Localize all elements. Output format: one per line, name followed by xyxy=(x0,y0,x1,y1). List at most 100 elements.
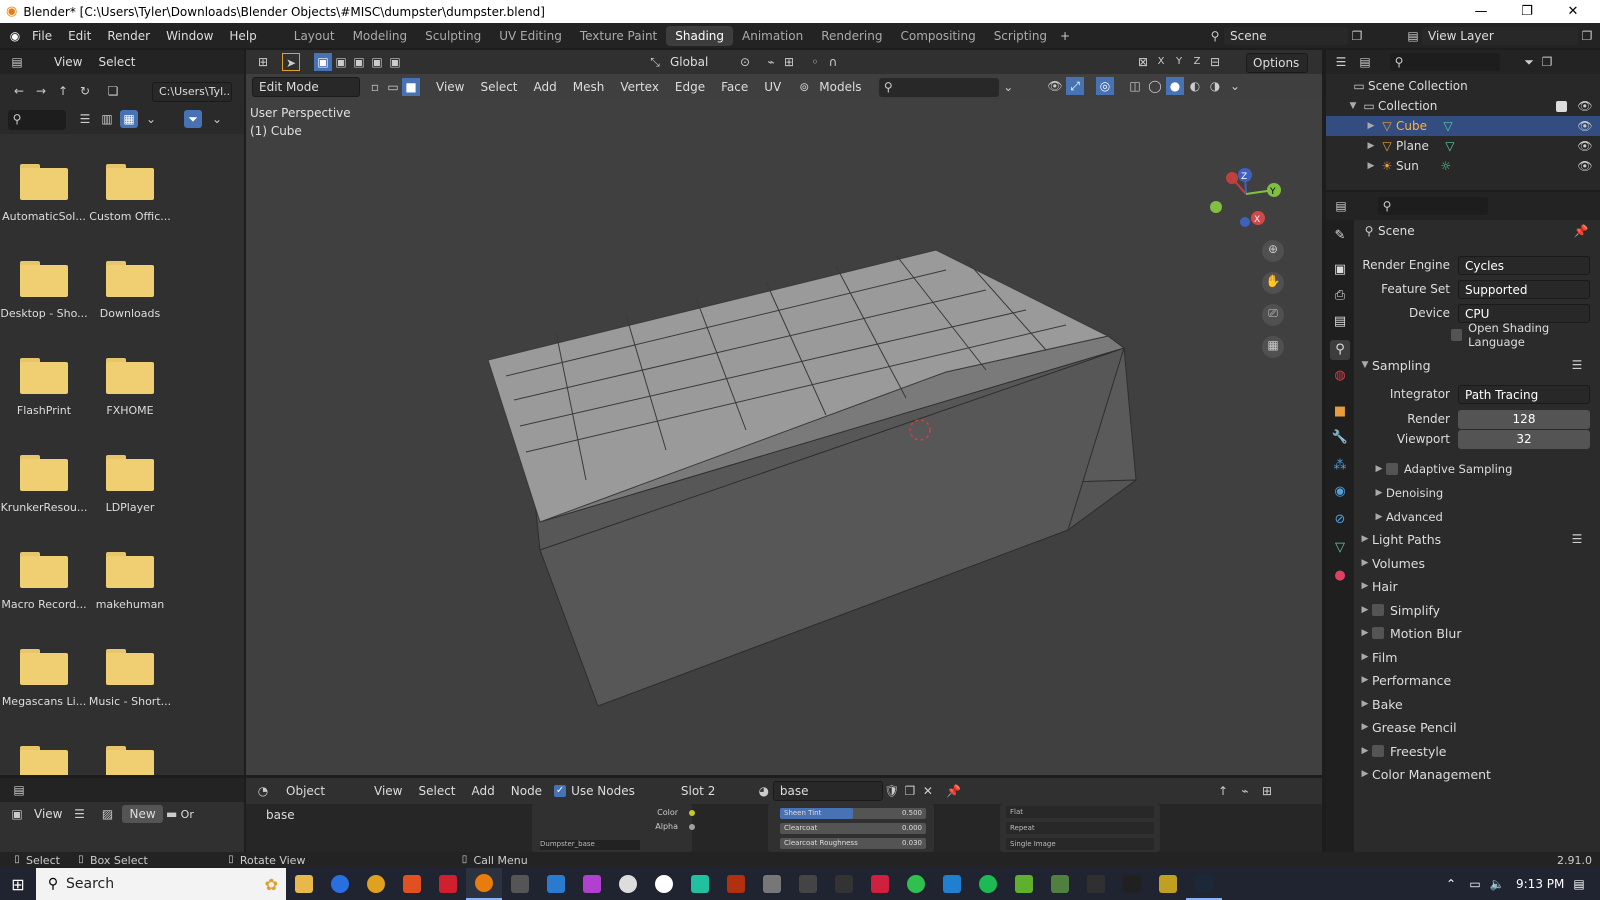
proportional-edit-icon[interactable]: ◦ xyxy=(806,53,824,71)
snap-node-icon[interactable]: ⌁ xyxy=(1236,782,1254,800)
source-dropdown[interactable]: Single Image xyxy=(1006,838,1154,850)
notification-icon[interactable]: ▤ xyxy=(1570,875,1588,893)
face-select-icon[interactable]: ■ xyxy=(402,78,420,96)
select-subtract-icon[interactable]: ▣ xyxy=(350,53,368,71)
material-name-field[interactable]: base xyxy=(772,781,883,801)
freestyle-checkbox[interactable] xyxy=(1372,745,1384,757)
vertical-list-icon[interactable]: ☰ xyxy=(76,110,94,128)
render-engine-dropdown[interactable]: Cycles xyxy=(1458,255,1590,275)
performance-panel[interactable]: ▶ Performance xyxy=(1354,669,1600,691)
select-invert-icon[interactable]: ▣ xyxy=(368,53,386,71)
taskbar-app[interactable] xyxy=(610,868,646,900)
scene-selector[interactable]: ⚲ Scene ❐ xyxy=(1206,26,1366,45)
shader-type-dropdown[interactable]: Object xyxy=(280,782,360,800)
menu-help[interactable]: Help xyxy=(221,29,264,43)
adaptive-sampling-checkbox[interactable] xyxy=(1386,463,1398,475)
editor-type-icon[interactable]: ⊞ xyxy=(254,53,272,71)
new-image-button[interactable]: New xyxy=(122,805,163,823)
thumbnails-icon[interactable]: ▦ xyxy=(120,110,138,128)
taskbar-app[interactable] xyxy=(646,868,682,900)
output-tab-icon[interactable]: ⎙ xyxy=(1330,286,1350,306)
image-texture-node[interactable]: Color Alpha Dumpster_base xyxy=(532,804,695,852)
duplicate-material-icon[interactable]: ❐ xyxy=(901,782,919,800)
snap-icon[interactable]: ⌁ xyxy=(762,53,780,71)
editor-type-icon[interactable]: ▤ xyxy=(10,781,28,799)
view-layer-name[interactable]: View Layer xyxy=(1422,26,1578,45)
tab-sculpting[interactable]: Sculpting xyxy=(416,26,490,46)
taskbar-app[interactable] xyxy=(322,868,358,900)
clearcoat-field[interactable]: Clearcoat 0.000 xyxy=(780,823,926,834)
motion-blur-checkbox[interactable] xyxy=(1372,627,1384,639)
tool-tab-icon[interactable]: ✎ xyxy=(1330,226,1350,246)
taskbar-app[interactable] xyxy=(394,868,430,900)
pin-icon[interactable]: 📌 xyxy=(1572,222,1590,240)
vp-menu-mesh[interactable]: Mesh xyxy=(565,80,613,94)
select-intersect-icon[interactable]: ▣ xyxy=(386,53,404,71)
vertex-select-icon[interactable]: ▫ xyxy=(366,78,384,96)
taskbar-app[interactable] xyxy=(754,868,790,900)
adaptive-sampling-subpanel[interactable]: ▶ Adaptive Sampling xyxy=(1368,458,1600,480)
mapping-options-node[interactable]: Flat Repeat Single Image xyxy=(1000,804,1160,852)
maximize-button[interactable]: ❐ xyxy=(1504,0,1550,23)
taskbar-app[interactable] xyxy=(1078,868,1114,900)
folder-item[interactable]: Music - Short... xyxy=(86,649,174,708)
simplify-checkbox[interactable] xyxy=(1372,604,1384,616)
folder-item[interactable]: Macro Record... xyxy=(0,552,88,611)
expand-icon[interactable]: ▶ xyxy=(1364,141,1378,151)
color-socket[interactable] xyxy=(689,810,695,816)
taskbar-chrome[interactable] xyxy=(358,868,394,900)
eye-icon[interactable]: 👁 xyxy=(1576,157,1594,175)
mode-dropdown[interactable]: Edit Mode xyxy=(252,77,360,97)
ne-menu-add[interactable]: Add xyxy=(464,784,503,798)
alpha-socket[interactable] xyxy=(689,824,695,830)
zoom-icon[interactable]: ⊕ xyxy=(1262,240,1284,262)
menu-render[interactable]: Render xyxy=(99,29,158,43)
snap-target-icon[interactable]: ⊞ xyxy=(780,53,798,71)
mini-menu-view[interactable]: View xyxy=(26,807,70,821)
sheen-tint-field[interactable]: Sheen Tint 0.500 xyxy=(780,808,926,819)
folder-item[interactable]: LDPlayer xyxy=(86,455,174,514)
viewport-search-input[interactable]: ⚲ xyxy=(879,77,1000,97)
volumes-panel[interactable]: ▶ Volumes xyxy=(1354,552,1600,574)
new-view-layer-icon[interactable]: ❐ xyxy=(1578,27,1596,45)
vp-menu-edge[interactable]: Edge xyxy=(667,80,713,94)
new-collection-icon[interactable]: ❐ xyxy=(1538,53,1556,71)
viewport-samples-field[interactable]: 32 xyxy=(1458,429,1590,449)
folder-item[interactable]: AutomaticSol... xyxy=(0,164,88,223)
expand-icon[interactable]: ▶ xyxy=(1364,121,1378,131)
eye-icon[interactable]: 👁 xyxy=(1576,137,1594,155)
outliner-scene-collection[interactable]: ▭ Scene Collection xyxy=(1326,76,1600,96)
properties-search-input[interactable]: ⚲ xyxy=(1378,197,1488,215)
wireframe-shading-icon[interactable]: ◯ xyxy=(1146,77,1164,95)
freestyle-panel[interactable]: ▶ Freestyle xyxy=(1354,740,1600,762)
taskbar-app[interactable] xyxy=(682,868,718,900)
camera-view-icon[interactable]: ⎚ xyxy=(1262,304,1284,326)
editor-type-icon[interactable]: ☰ xyxy=(1332,53,1350,71)
folder-item[interactable]: Desktop - Sho... xyxy=(0,261,88,320)
forward-icon[interactable]: → xyxy=(32,82,50,100)
tab-rendering[interactable]: Rendering xyxy=(812,26,891,46)
new-scene-icon[interactable]: ❐ xyxy=(1348,27,1366,45)
modifier-tab-icon[interactable]: 🔧 xyxy=(1330,428,1350,448)
folder-item-partial[interactable] xyxy=(86,746,174,775)
mesh-data-icon[interactable]: ▽ xyxy=(1439,117,1457,135)
hamburger-icon[interactable]: ☰ xyxy=(70,805,88,823)
scene-name[interactable]: Scene xyxy=(1224,26,1348,45)
image-browse-icon[interactable]: ▨ xyxy=(98,805,116,823)
constraints-tab-icon[interactable]: ⊘ xyxy=(1330,510,1350,530)
taskbar-app[interactable] xyxy=(538,868,574,900)
volume-icon[interactable]: 🔈 xyxy=(1488,875,1506,893)
image-editor-icon[interactable]: ▣ xyxy=(8,805,26,823)
menu-window[interactable]: Window xyxy=(158,29,221,43)
outliner-collection[interactable]: ▼ ▭ Collection 👁 xyxy=(1326,96,1600,116)
feature-set-dropdown[interactable]: Supported xyxy=(1458,279,1590,299)
pan-hand-icon[interactable]: ✋ xyxy=(1262,272,1284,294)
taskbar-search-box[interactable]: ⚲ Search ✿ xyxy=(36,868,286,900)
material-tab-icon[interactable]: ● xyxy=(1330,566,1350,586)
vp-menu-face[interactable]: Face xyxy=(713,80,756,94)
mirror-icon[interactable]: ⊠ xyxy=(1134,53,1152,71)
back-icon[interactable]: ← xyxy=(10,82,28,100)
snap-element-icon[interactable]: ⊞ xyxy=(1258,782,1276,800)
integrator-dropdown[interactable]: Path Tracing xyxy=(1458,384,1590,404)
ne-menu-select[interactable]: Select xyxy=(410,784,463,798)
